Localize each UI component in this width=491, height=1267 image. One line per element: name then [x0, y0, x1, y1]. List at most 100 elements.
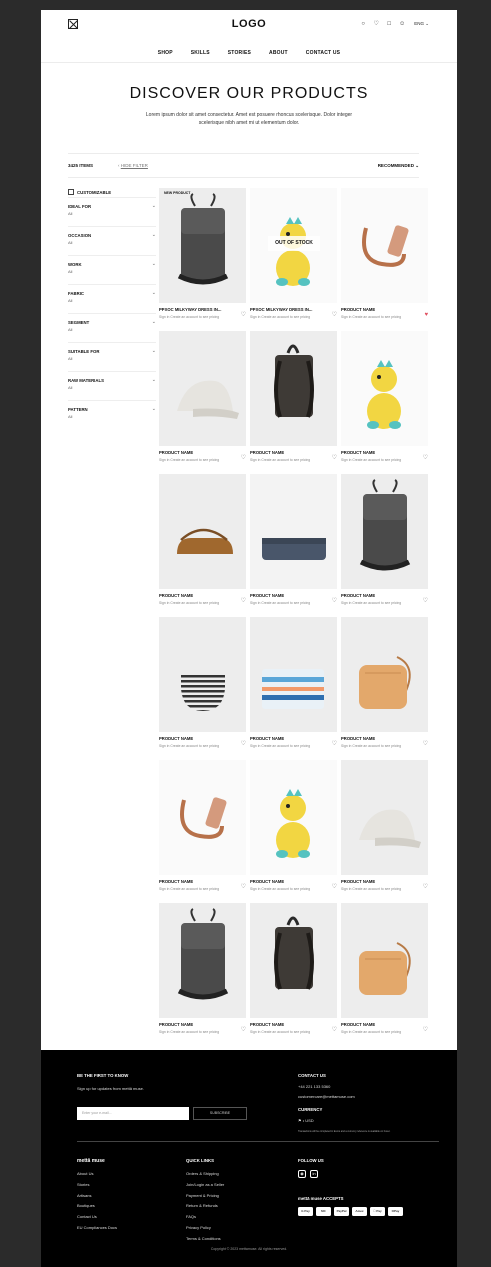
- product-name[interactable]: PRODUCT NAME: [341, 1022, 419, 1027]
- signin-link[interactable]: Sign in: [159, 887, 169, 891]
- product-card[interactable]: OUT OF STOCK PPXOC MILKYWAY DRESS IN... Si…: [250, 188, 337, 331]
- linkedin-icon[interactable]: in: [310, 1170, 318, 1178]
- signin-link[interactable]: Sign in: [250, 1030, 260, 1034]
- footer-link[interactable]: FAQs: [186, 1212, 224, 1223]
- sort-select[interactable]: RECOMMENDED ⌄: [378, 163, 419, 169]
- product-card[interactable]: PRODUCT NAME Sign in Create an account to…: [159, 331, 246, 474]
- product-image[interactable]: [159, 331, 246, 446]
- product-name[interactable]: PRODUCT NAME: [341, 736, 419, 741]
- subscribe-button[interactable]: SUBSCRIBE: [193, 1107, 247, 1120]
- product-name[interactable]: PRODUCT NAME: [250, 450, 328, 455]
- footer-link[interactable]: Join/Login as a Seller: [186, 1180, 224, 1191]
- footer-link[interactable]: Payment & Pricing: [186, 1191, 224, 1202]
- product-card[interactable]: PRODUCT NAME Sign in Create an account to…: [159, 903, 246, 1046]
- footer-link[interactable]: Orders & Shipping: [186, 1169, 224, 1180]
- product-name[interactable]: PRODUCT NAME: [159, 1022, 237, 1027]
- signin-link[interactable]: Sign in: [159, 458, 169, 462]
- filter-group[interactable]: SEGMENT All ⌄: [68, 313, 156, 342]
- signin-link[interactable]: Sign in: [341, 887, 351, 891]
- footer-link[interactable]: Boutiques: [77, 1201, 117, 1212]
- signin-link[interactable]: Sign in: [250, 315, 260, 319]
- search-icon[interactable]: ○: [359, 21, 367, 27]
- nav-stories[interactable]: STORIES: [228, 50, 251, 56]
- product-card[interactable]: PRODUCT NAME Sign in Create an account to…: [341, 760, 428, 903]
- product-card[interactable]: PRODUCT NAME Sign in Create an account to…: [341, 188, 428, 331]
- hide-filter-toggle[interactable]: ‹ HIDE FILTER: [118, 163, 148, 168]
- heart-icon[interactable]: ♡: [332, 312, 337, 318]
- footer-link[interactable]: Stories: [77, 1180, 117, 1191]
- product-name[interactable]: PRODUCT NAME: [341, 593, 419, 598]
- signin-link[interactable]: Sign in: [341, 315, 351, 319]
- signin-link[interactable]: Sign in: [250, 744, 260, 748]
- product-image[interactable]: [250, 760, 337, 875]
- product-card[interactable]: PRODUCT NAME Sign in Create an account to…: [250, 617, 337, 760]
- product-card[interactable]: PRODUCT NAME Sign in Create an account to…: [250, 474, 337, 617]
- heart-icon[interactable]: ♡: [332, 598, 337, 604]
- filter-group[interactable]: SUITABLE FOR All ⌄: [68, 342, 156, 371]
- product-card[interactable]: PRODUCT NAME Sign in Create an account to…: [341, 617, 428, 760]
- signin-link[interactable]: Sign in: [341, 744, 351, 748]
- contact-phone[interactable]: +44 221 133 5360: [298, 1084, 330, 1089]
- product-name[interactable]: PRODUCT NAME: [250, 879, 328, 884]
- product-card[interactable]: PRODUCT NAME Sign in Create an account to…: [250, 331, 337, 474]
- product-image[interactable]: [341, 760, 428, 875]
- product-name[interactable]: PRODUCT NAME: [250, 1022, 328, 1027]
- heart-icon[interactable]: ♡: [423, 455, 428, 461]
- signin-link[interactable]: Sign in: [341, 601, 351, 605]
- product-card[interactable]: PRODUCT NAME Sign in Create an account to…: [341, 331, 428, 474]
- product-image[interactable]: [250, 617, 337, 732]
- product-image[interactable]: [159, 474, 246, 589]
- heart-icon[interactable]: ♡: [423, 1027, 428, 1033]
- nav-skills[interactable]: SKILLS: [191, 50, 210, 56]
- product-image[interactable]: [250, 474, 337, 589]
- signin-link[interactable]: Sign in: [250, 887, 260, 891]
- signin-link[interactable]: Sign in: [159, 315, 169, 319]
- instagram-icon[interactable]: ◉: [298, 1170, 306, 1178]
- filter-group[interactable]: IDEAL FOR All ⌄: [68, 197, 156, 226]
- product-image[interactable]: [159, 760, 246, 875]
- product-card[interactable]: PRODUCT NAME Sign in Create an account to…: [159, 474, 246, 617]
- product-name[interactable]: PRODUCT NAME: [159, 593, 237, 598]
- heart-icon[interactable]: ♡: [332, 1027, 337, 1033]
- product-name[interactable]: PRODUCT NAME: [159, 450, 237, 455]
- signin-link[interactable]: Sign in: [250, 601, 260, 605]
- signin-link[interactable]: Sign in: [159, 744, 169, 748]
- product-image[interactable]: [341, 474, 428, 589]
- product-name[interactable]: PRODUCT NAME: [341, 307, 419, 312]
- product-name[interactable]: PPXOC MILKYWAY DRESS IN...: [250, 307, 328, 312]
- product-image[interactable]: [341, 331, 428, 446]
- product-name[interactable]: PRODUCT NAME: [341, 450, 419, 455]
- signin-link[interactable]: Sign in: [159, 601, 169, 605]
- footer-link[interactable]: About Us: [77, 1169, 117, 1180]
- product-card[interactable]: PRODUCT NAME Sign in Create an account to…: [159, 617, 246, 760]
- nav-shop[interactable]: SHOP: [158, 50, 173, 56]
- product-card[interactable]: NEW PRODUCT PPXOC MILKYWAY DRESS IN... Sig…: [159, 188, 246, 331]
- heart-icon[interactable]: ♡: [332, 741, 337, 747]
- product-card[interactable]: PRODUCT NAME Sign in Create an account to…: [159, 760, 246, 903]
- product-name[interactable]: PRODUCT NAME: [159, 736, 237, 741]
- heart-icon[interactable]: ♡: [241, 741, 246, 747]
- product-card[interactable]: PRODUCT NAME Sign in Create an account to…: [250, 903, 337, 1046]
- footer-link[interactable]: Contact Us: [77, 1212, 117, 1223]
- currency-select[interactable]: ⚑ • USD: [298, 1118, 314, 1123]
- product-image[interactable]: [159, 617, 246, 732]
- product-image[interactable]: [341, 617, 428, 732]
- language-select[interactable]: ENG ⌄: [414, 21, 429, 27]
- product-image[interactable]: [250, 903, 337, 1018]
- heart-icon[interactable]: ♡: [332, 884, 337, 890]
- heart-icon[interactable]: ♡: [423, 741, 428, 747]
- heart-icon[interactable]: ♡: [241, 312, 246, 318]
- product-name[interactable]: PRODUCT NAME: [159, 879, 237, 884]
- product-card[interactable]: PRODUCT NAME Sign in Create an account to…: [341, 903, 428, 1046]
- footer-link[interactable]: Privacy Policy: [186, 1223, 224, 1234]
- product-card[interactable]: PRODUCT NAME Sign in Create an account to…: [250, 760, 337, 903]
- heart-icon[interactable]: ♡: [423, 884, 428, 890]
- product-name[interactable]: PPXOC MILKYWAY DRESS IN...: [159, 307, 237, 312]
- filter-group[interactable]: PATTERN All ⌄: [68, 400, 156, 429]
- product-image[interactable]: NEW PRODUCT: [159, 188, 246, 303]
- product-image[interactable]: OUT OF STOCK: [250, 188, 337, 303]
- signin-link[interactable]: Sign in: [341, 1030, 351, 1034]
- product-image[interactable]: [341, 188, 428, 303]
- heart-icon[interactable]: ♡: [332, 455, 337, 461]
- footer-link[interactable]: Return & Refunds: [186, 1201, 224, 1212]
